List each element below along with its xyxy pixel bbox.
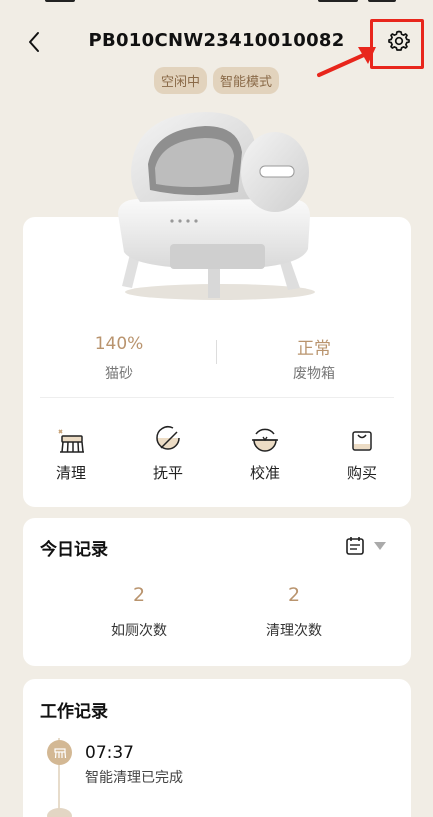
clean-count-label: 清理次数 bbox=[266, 623, 322, 639]
shopping-bag-icon bbox=[352, 431, 372, 451]
calendar-icon bbox=[346, 537, 364, 555]
toilet-count-label: 如厕次数 bbox=[111, 623, 167, 639]
level-button[interactable]: 抚平 bbox=[128, 420, 208, 483]
work-records-title: 工作记录 bbox=[40, 702, 108, 722]
broom-icon bbox=[58, 429, 84, 453]
clean-count-value: 2 bbox=[287, 584, 301, 606]
today-records-title: 今日记录 bbox=[40, 540, 108, 560]
timeline-dot bbox=[47, 740, 72, 765]
broom-icon bbox=[53, 747, 66, 758]
level-icon bbox=[156, 426, 180, 450]
work-record-desc: 智能清理已完成 bbox=[85, 770, 183, 786]
buy-button[interactable]: 购买 bbox=[322, 420, 402, 483]
card-divider bbox=[40, 397, 394, 398]
work-record-time: 07:37 bbox=[85, 743, 134, 763]
litter-level-value: 140% bbox=[94, 334, 144, 354]
buy-label: 购买 bbox=[346, 464, 377, 482]
caret-down-icon bbox=[374, 542, 386, 550]
timeline-dot bbox=[47, 808, 72, 817]
calibrate-icon bbox=[252, 428, 278, 452]
waste-bin-value: 正常 bbox=[297, 339, 331, 359]
status-bar-signal bbox=[318, 0, 358, 2]
level-label: 抚平 bbox=[152, 464, 183, 482]
clean-label: 清理 bbox=[55, 464, 86, 482]
status-badge-mode: 智能模式 bbox=[213, 67, 280, 94]
litter-level-label: 猫砂 bbox=[105, 366, 133, 382]
status-badge-idle: 空闲中 bbox=[153, 67, 207, 94]
toilet-count-value: 2 bbox=[132, 584, 146, 606]
status-bar-time bbox=[45, 0, 75, 2]
status-bar-battery bbox=[368, 0, 396, 2]
litter-robot-image bbox=[118, 112, 315, 300]
clean-button[interactable]: 清理 bbox=[31, 420, 111, 483]
stats-divider bbox=[216, 340, 217, 364]
waste-bin-label: 废物箱 bbox=[293, 366, 335, 382]
date-picker-button[interactable] bbox=[345, 536, 387, 556]
status-badges: 空闲中 智能模式 bbox=[0, 67, 433, 94]
calibrate-label: 校准 bbox=[249, 464, 280, 482]
calibrate-button[interactable]: 校准 bbox=[225, 420, 305, 483]
